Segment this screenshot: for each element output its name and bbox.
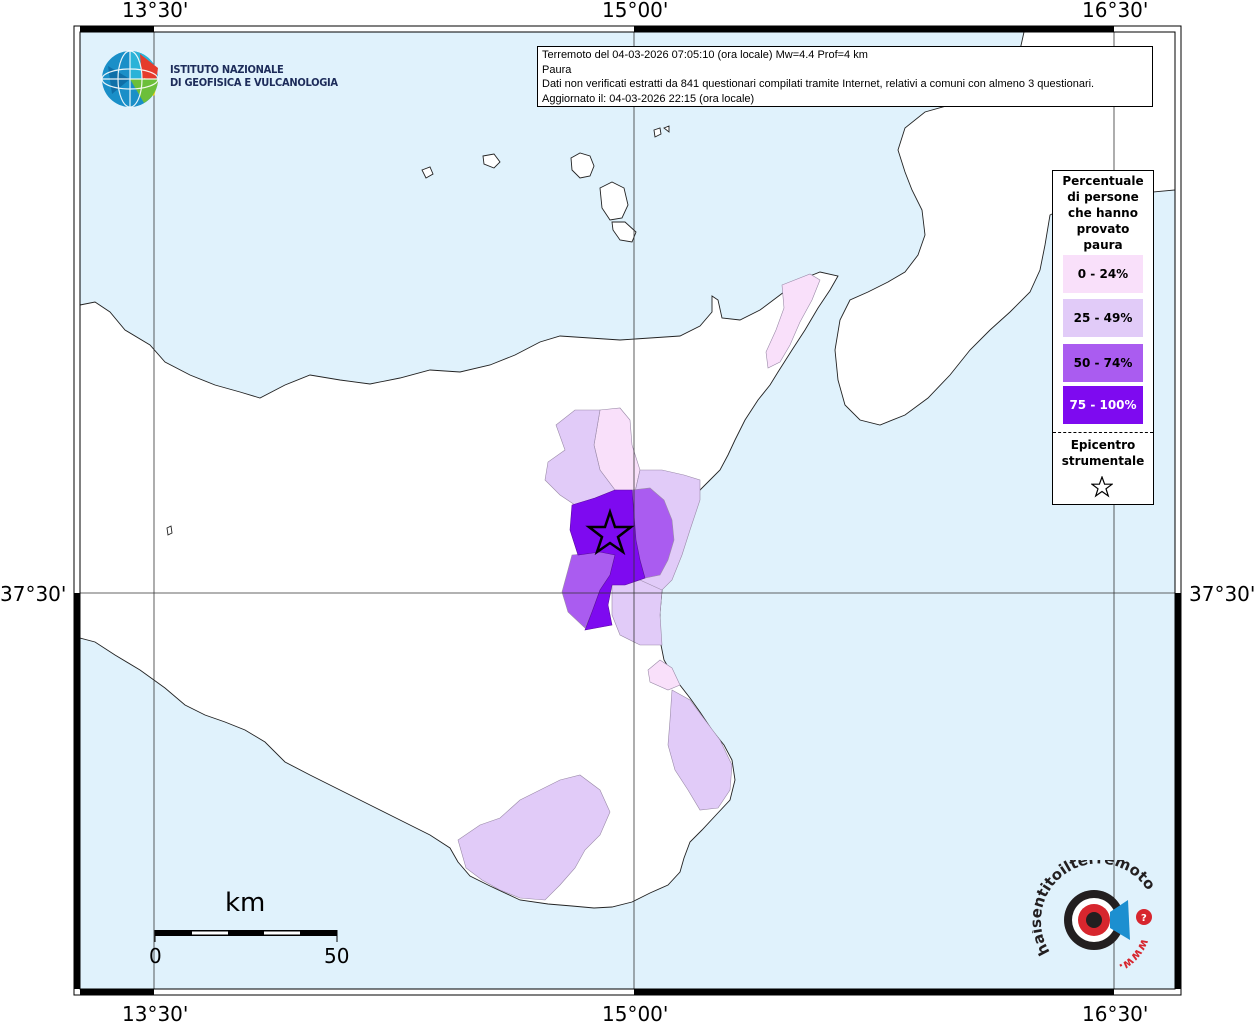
scale-start: 0	[149, 944, 162, 968]
lon-label-top-2: 15°00'	[602, 0, 669, 22]
legend-title-line: che hanno	[1068, 206, 1138, 220]
event-info-box: Terremoto del 04-03-2026 07:05:10 (ora l…	[537, 46, 1153, 107]
svg-text:?: ?	[1141, 913, 1147, 924]
legend-title-line: paura	[1083, 238, 1123, 252]
scale-unit: km	[225, 888, 266, 918]
lon-label-top-1: 13°30'	[122, 0, 189, 22]
scale-end: 50	[324, 944, 350, 968]
event-info-line1: Terremoto del 04-03-2026 07:05:10 (ora l…	[542, 49, 868, 61]
event-info-line3: Dati non verificati estratti da 841 ques…	[542, 78, 1095, 90]
lon-label-top-3: 16°30'	[1082, 0, 1149, 22]
lat-label-left: 37°30'	[0, 582, 67, 606]
haisentito-logo-www: www.	[1117, 937, 1152, 975]
legend-item-75-100: 75 - 100%	[1063, 386, 1143, 424]
legend-separator	[1053, 432, 1153, 433]
legend-title-line: Percentuale	[1062, 174, 1144, 188]
lon-label-bottom-3: 16°30'	[1082, 1002, 1149, 1026]
legend: Percentuale di persone che hanno provato…	[1052, 170, 1154, 505]
ingv-name-line1: ISTITUTO NAZIONALE	[170, 63, 284, 76]
ingv-name: ISTITUTO NAZIONALE DI GEOFISICA E VULCAN…	[170, 63, 338, 89]
legend-title-line: di persone	[1067, 190, 1139, 204]
svg-text:www.: www.	[1117, 937, 1152, 975]
event-info-line2: Paura	[542, 63, 572, 76]
legend-epicenter-line: Epicentro	[1070, 438, 1136, 452]
lat-label-right: 37°30'	[1189, 582, 1255, 606]
legend-title-line: provato	[1076, 222, 1130, 236]
legend-item-50-74: 50 - 74%	[1063, 344, 1143, 382]
ingv-globe-icon	[101, 50, 159, 108]
lon-label-bottom-2: 15°00'	[602, 1002, 669, 1026]
legend-epicenter-line: strumentale	[1061, 454, 1145, 468]
haisentito-logo-icon: ? haisentitoilterremoto.it www.	[1032, 860, 1159, 975]
legend-title: Percentuale di persone che hanno provato…	[1053, 173, 1153, 253]
legend-epicenter-label: Epicentro strumentale	[1053, 437, 1153, 469]
star-icon	[1091, 476, 1113, 498]
legend-item-25-49: 25 - 49%	[1063, 299, 1143, 337]
ingv-name-line2: DI GEOFISICA E VULCANOLOGIA	[170, 76, 338, 89]
event-info-line4: Aggiornato il: 04-03-2026 22:15 (ora loc…	[542, 92, 755, 105]
island-ustica	[166, 525, 173, 536]
legend-item-0-24: 0 - 24%	[1063, 255, 1143, 293]
lon-label-bottom-1: 13°30'	[122, 1002, 189, 1026]
